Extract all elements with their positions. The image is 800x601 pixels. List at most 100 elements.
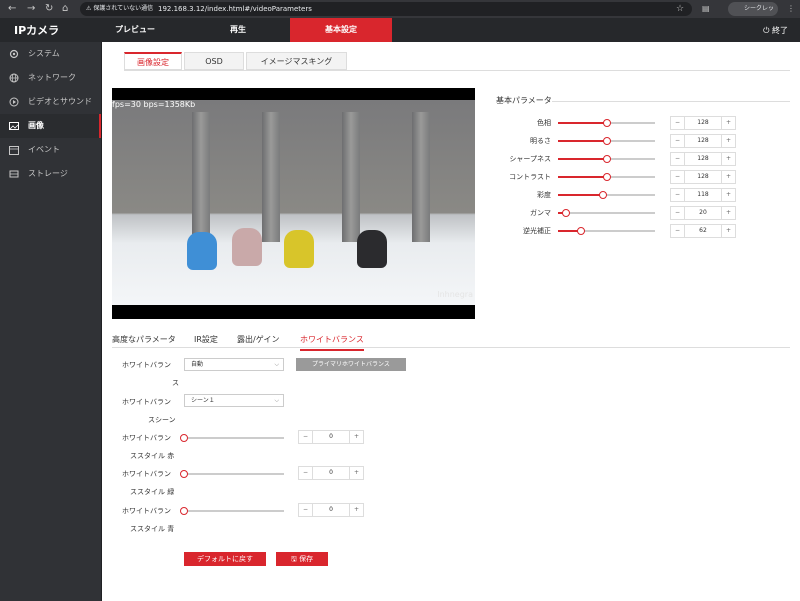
tab-image-settings[interactable]: 画像設定 (124, 52, 182, 70)
sidebar-item-event[interactable]: イベント (0, 138, 101, 162)
wb-scene-select[interactable]: シーン１ ⌵ (184, 394, 284, 407)
param-slider[interactable] (558, 209, 655, 217)
reader-icon[interactable]: ▤ (702, 3, 710, 15)
restore-default-button[interactable]: デフォルトに戻す (184, 552, 266, 566)
forward-icon[interactable]: → (27, 3, 35, 15)
param-value[interactable]: 128 (685, 135, 721, 147)
plus-button[interactable]: + (349, 504, 363, 516)
security-warning[interactable]: ⚠ 保護されていない通信 (86, 4, 153, 14)
wb-mode-select[interactable]: 自動 ⌵ (184, 358, 284, 371)
slider-knob[interactable] (180, 507, 188, 515)
slider-knob[interactable] (180, 470, 188, 478)
tab-image-masking[interactable]: イメージマスキング (246, 52, 347, 70)
param-slider[interactable] (558, 119, 655, 127)
wb-green-stepper[interactable]: − 0 + (298, 466, 364, 480)
subtab-white-balance[interactable]: ホワイトバランス (300, 334, 364, 351)
minus-button[interactable]: − (299, 431, 313, 443)
star-icon[interactable]: ☆ (676, 3, 684, 15)
param-stepper[interactable]: −128 + (670, 170, 736, 184)
plus-button[interactable]: + (721, 225, 735, 237)
sidebar-item-storage[interactable]: ストレージ (0, 162, 101, 186)
param-stepper[interactable]: −128 + (670, 152, 736, 166)
minus-button[interactable]: − (671, 189, 685, 201)
minus-button[interactable]: − (671, 135, 685, 147)
menu-icon[interactable]: ⋮ (787, 3, 795, 15)
param-value[interactable]: 62 (685, 225, 721, 237)
subtab-ir[interactable]: IR設定 (194, 334, 218, 345)
sidebar-item-system[interactable]: システム (0, 42, 101, 66)
wb-green-value[interactable]: 0 (313, 467, 349, 479)
slider-knob[interactable] (602, 119, 611, 127)
sidebar-item-video-audio[interactable]: ビデオとサウンド (0, 90, 101, 114)
param-row: 色相 −128 + (486, 116, 786, 130)
wb-blue-stepper[interactable]: − 0 + (298, 503, 364, 517)
nav-preview[interactable]: プレビュー (102, 18, 168, 42)
param-value[interactable]: 128 (685, 117, 721, 129)
slider-knob[interactable] (598, 191, 607, 199)
tab-osd[interactable]: OSD (184, 52, 244, 70)
slider-knob[interactable] (561, 209, 570, 217)
minus-button[interactable]: − (671, 225, 685, 237)
video-preview[interactable]: fps=30 bps=1358Kb Inhnegra (112, 88, 475, 319)
subtab-exposure[interactable]: 露出/ゲイン (237, 334, 280, 345)
param-slider[interactable] (558, 155, 655, 163)
minus-button[interactable]: − (671, 153, 685, 165)
plus-button[interactable]: + (721, 135, 735, 147)
param-slider[interactable] (558, 137, 655, 145)
sidebar-item-image[interactable]: 画像 (0, 114, 101, 138)
slider-knob[interactable] (180, 434, 188, 442)
plus-button[interactable]: + (721, 189, 735, 201)
wb-blue-slider[interactable] (180, 507, 284, 515)
save-button[interactable]: 🖫 保存 (276, 552, 328, 566)
home-icon[interactable]: ⌂ (62, 3, 68, 15)
param-stepper[interactable]: −62 + (670, 224, 736, 238)
param-slider[interactable] (558, 173, 655, 181)
param-stepper[interactable]: −118 + (670, 188, 736, 202)
param-stepper[interactable]: −20 + (670, 206, 736, 220)
param-slider[interactable] (558, 227, 655, 235)
subtab-advanced[interactable]: 高度なパラメータ (112, 334, 176, 345)
param-row: 彩度 −118 + (486, 188, 786, 202)
param-value[interactable]: 20 (685, 207, 721, 219)
param-value[interactable]: 128 (685, 153, 721, 165)
minus-button[interactable]: − (299, 504, 313, 516)
param-value[interactable]: 128 (685, 171, 721, 183)
plus-button[interactable]: + (721, 171, 735, 183)
slider-knob[interactable] (602, 137, 611, 145)
url-text[interactable]: 192.168.3.12/index.html#/videoParameters (158, 4, 312, 14)
minus-button[interactable]: − (671, 171, 685, 183)
primary-white-balance-button[interactable]: プライマリホワイトバランス (296, 358, 406, 371)
plus-button[interactable]: + (721, 207, 735, 219)
param-label: シャープネス (509, 155, 551, 163)
plus-button[interactable]: + (721, 117, 735, 129)
sidebar-item-network[interactable]: ネットワーク (0, 66, 101, 90)
address-bar[interactable]: ⚠ 保護されていない通信 192.168.3.12/index.html#/vi… (80, 2, 692, 16)
slider-fill (558, 158, 607, 160)
minus-button[interactable]: − (299, 467, 313, 479)
wb-red-slider[interactable] (180, 434, 284, 442)
reload-icon[interactable]: ↻ (45, 3, 53, 15)
param-stepper[interactable]: −128 + (670, 134, 736, 148)
nav-playback[interactable]: 再生 (200, 18, 276, 42)
slider-knob[interactable] (602, 155, 611, 163)
figure-pink (232, 228, 262, 266)
wb-blue-value[interactable]: 0 (313, 504, 349, 516)
plus-button[interactable]: + (721, 153, 735, 165)
slider-knob[interactable] (602, 173, 611, 181)
nav-basic-settings[interactable]: 基本設定 (290, 18, 392, 42)
minus-button[interactable]: − (671, 207, 685, 219)
param-value[interactable]: 118 (685, 189, 721, 201)
plus-button[interactable]: + (349, 431, 363, 443)
slider-knob[interactable] (577, 227, 586, 235)
param-slider[interactable] (558, 191, 655, 199)
wb-red-value[interactable]: 0 (313, 431, 349, 443)
plus-button[interactable]: + (349, 467, 363, 479)
exit-button[interactable]: ⏻ 終了 (763, 25, 788, 36)
minus-button[interactable]: − (671, 117, 685, 129)
incognito-indicator[interactable]: シークレット (728, 2, 778, 26)
param-stepper[interactable]: −128 + (670, 116, 736, 130)
wb-red-stepper[interactable]: − 0 + (298, 430, 364, 444)
param-row: コントラスト −128 + (486, 170, 786, 184)
back-icon[interactable]: ← (8, 3, 16, 15)
wb-green-slider[interactable] (180, 470, 284, 478)
